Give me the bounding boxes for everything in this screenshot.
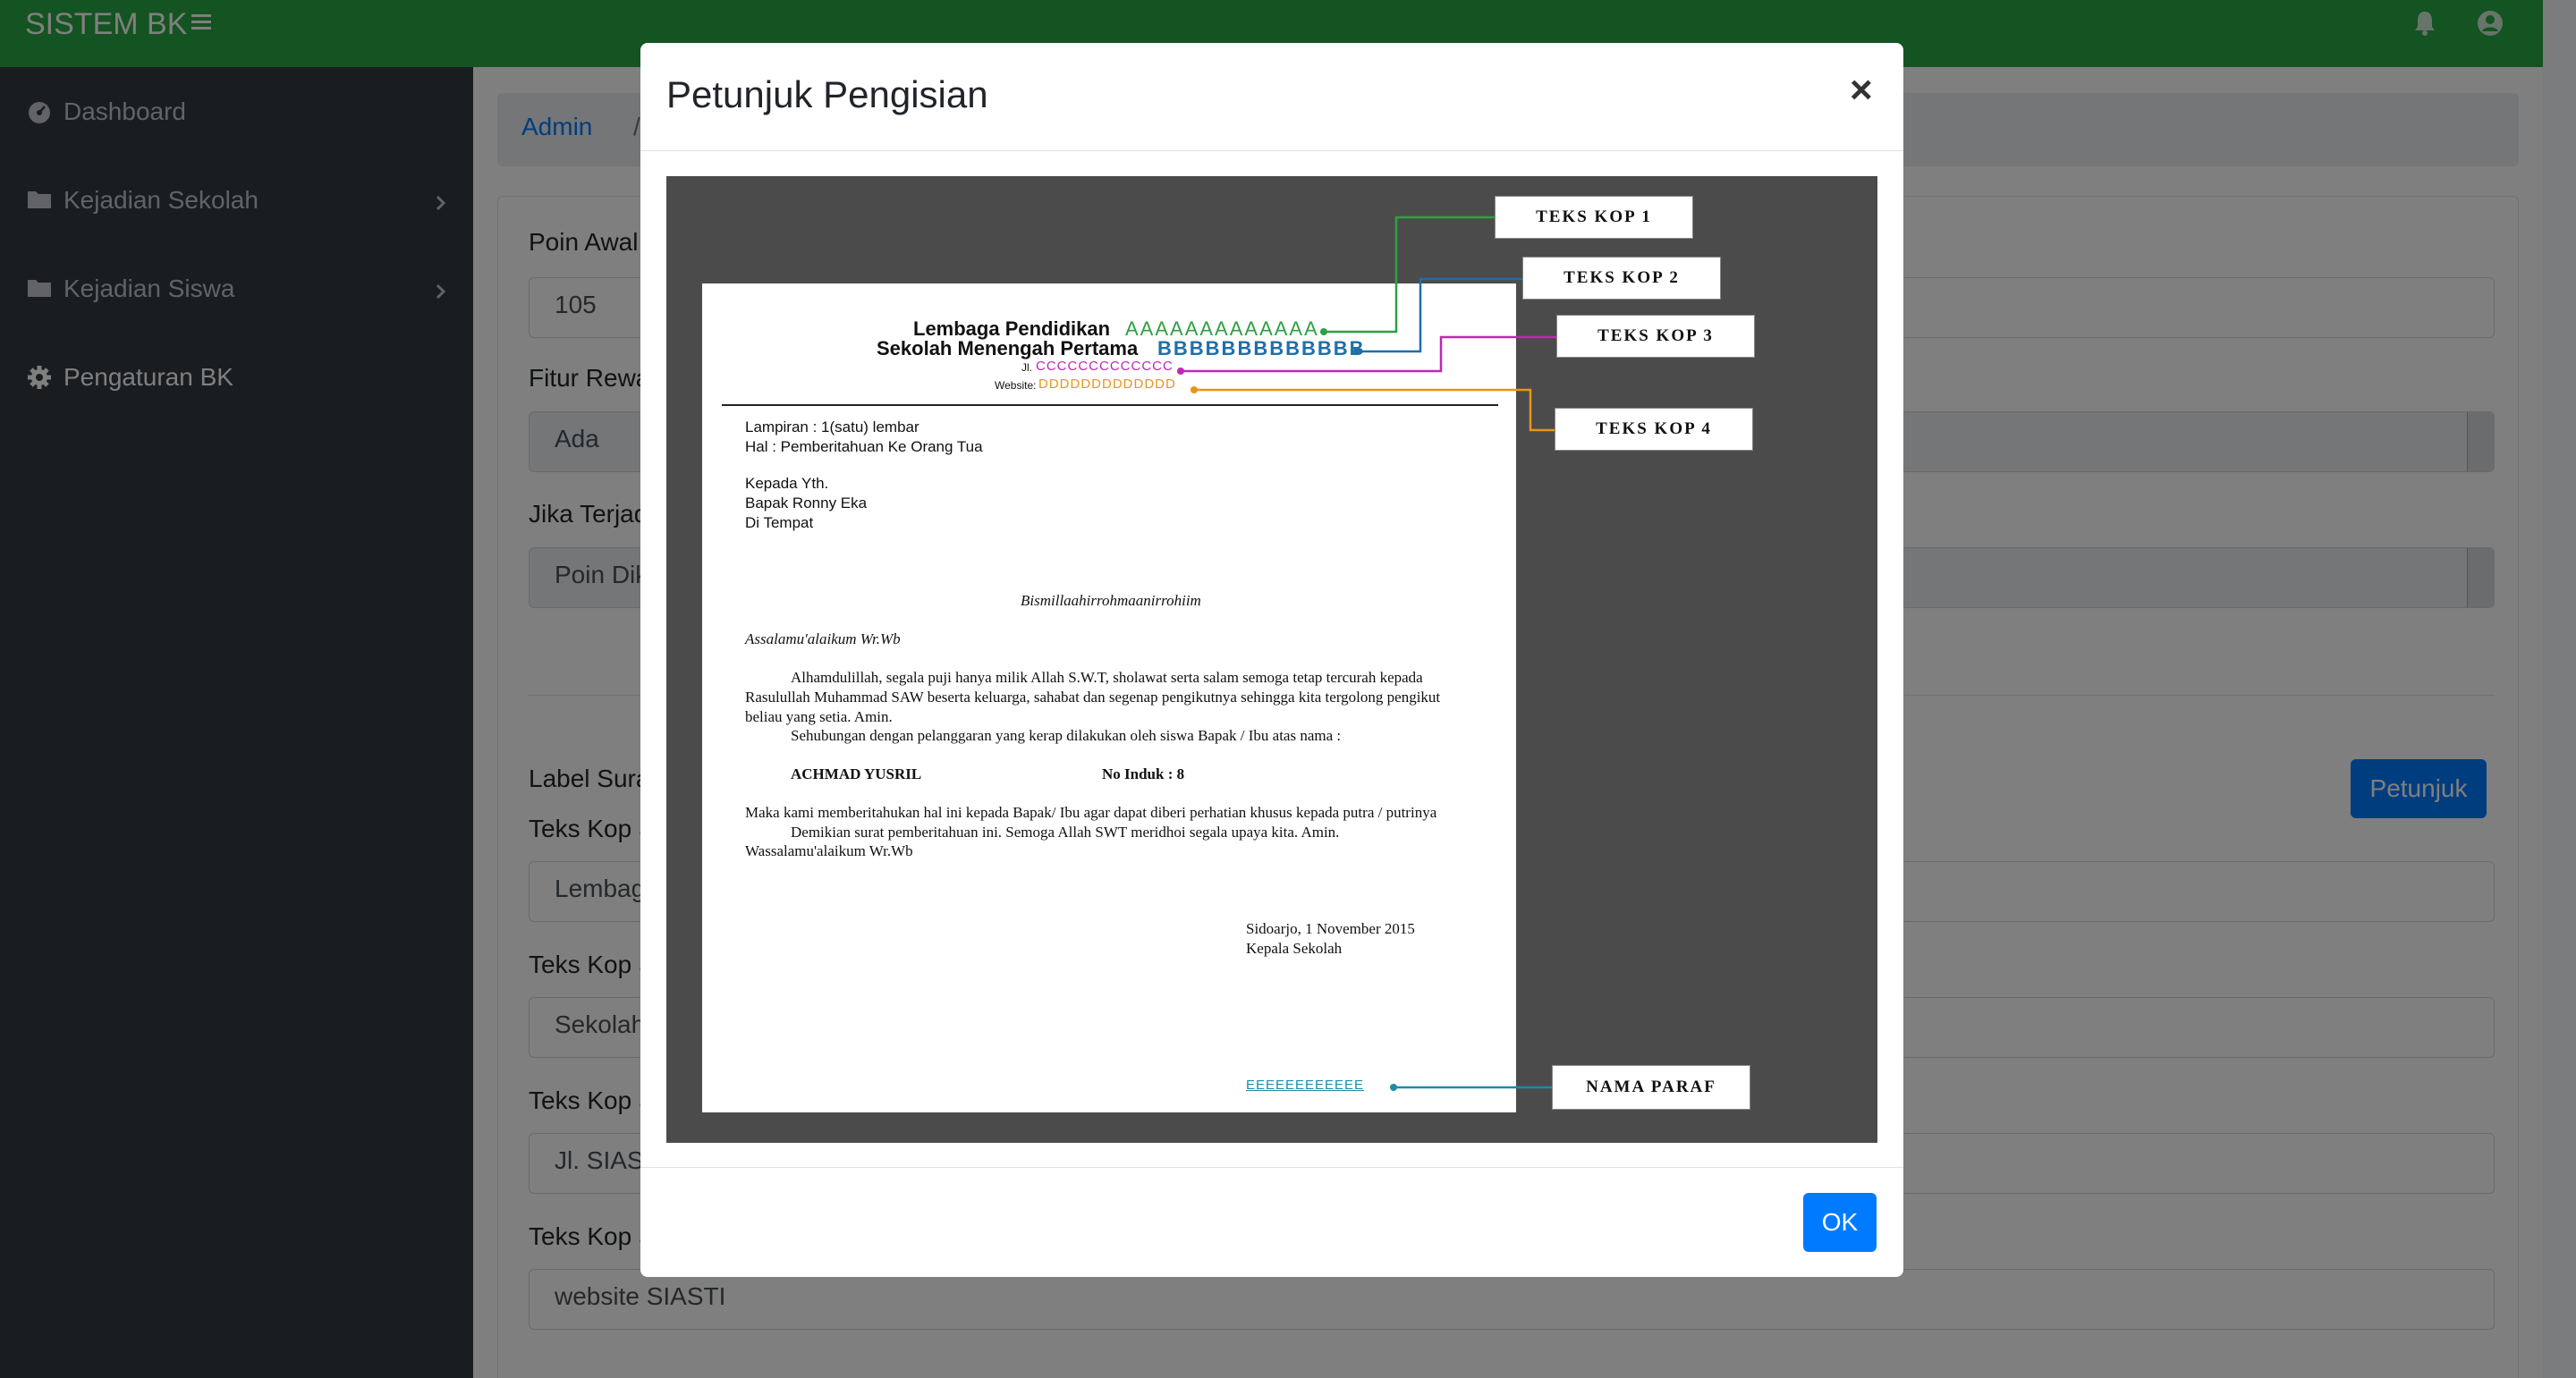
modal-footer-divider — [640, 1167, 1903, 1168]
instruction-image: Lembaga Pendidikan AAAAAAAAAAAAA Sekolah… — [666, 176, 1877, 1143]
tag-teks-kop-1: TEKS KOP 1 — [1495, 196, 1693, 239]
connector-kop4 — [1194, 388, 1577, 432]
tag-nama-paraf: NAMA PARAF — [1552, 1065, 1750, 1110]
connector-kop1 — [1324, 216, 1498, 334]
tag-teks-kop-4: TEKS KOP 4 — [1555, 408, 1753, 451]
tag-teks-kop-3: TEKS KOP 3 — [1556, 315, 1755, 358]
close-icon[interactable]: × — [1850, 68, 1873, 113]
connector-kop2 — [1357, 277, 1543, 353]
connector-kop3 — [1181, 335, 1579, 373]
ok-button[interactable]: OK — [1803, 1193, 1877, 1252]
modal-header-divider — [640, 150, 1903, 151]
petunjuk-modal: Petunjuk Pengisian × Lembaga Pendidikan … — [640, 43, 1903, 1277]
tag-teks-kop-2: TEKS KOP 2 — [1522, 257, 1721, 300]
modal-title: Petunjuk Pengisian — [666, 73, 988, 115]
